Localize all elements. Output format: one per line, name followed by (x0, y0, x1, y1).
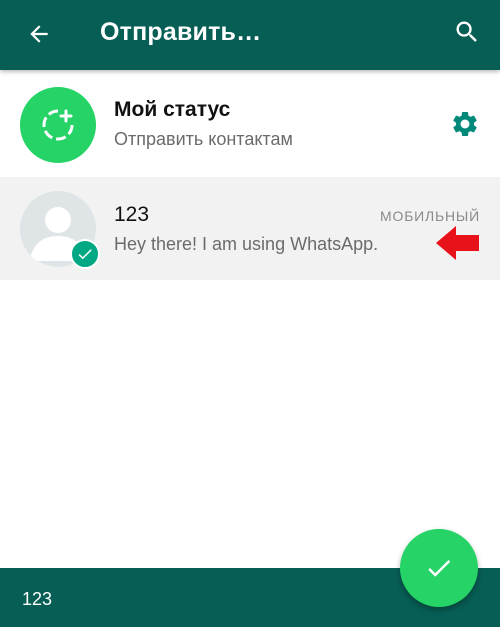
search-icon (456, 21, 477, 42)
status-settings-button[interactable] (449, 108, 481, 140)
contact-name: 123 (114, 203, 150, 226)
contact-row[interactable]: 123 МОБИЛЬНЫЙ Hey there! I am using What… (0, 177, 500, 280)
selected-contacts-text: 123 (22, 589, 53, 609)
red-arrow-icon (436, 226, 479, 260)
status-avatar (20, 87, 96, 163)
gear-icon (453, 111, 477, 136)
search-button[interactable] (446, 11, 488, 53)
add-status-icon (42, 109, 74, 141)
app-bar: Отправить… (0, 0, 500, 70)
check-icon (428, 560, 451, 577)
check-icon (78, 249, 92, 260)
arrow-back-icon (30, 25, 48, 43)
selected-badge (70, 239, 100, 269)
back-button[interactable] (18, 13, 60, 55)
my-status-row[interactable]: Мой статус Отправить контактам (0, 70, 500, 174)
status-title: Мой статус (114, 98, 231, 121)
status-subtitle: Отправить контактам (114, 129, 293, 149)
contact-phone-type: МОБИЛЬНЫЙ (380, 208, 480, 224)
send-button[interactable] (400, 529, 478, 607)
contact-about: Hey there! I am using WhatsApp. (114, 234, 379, 254)
share-screen: Отправить… Мой статус Отправить контакта… (0, 0, 500, 627)
page-title: Отправить… (100, 18, 262, 46)
